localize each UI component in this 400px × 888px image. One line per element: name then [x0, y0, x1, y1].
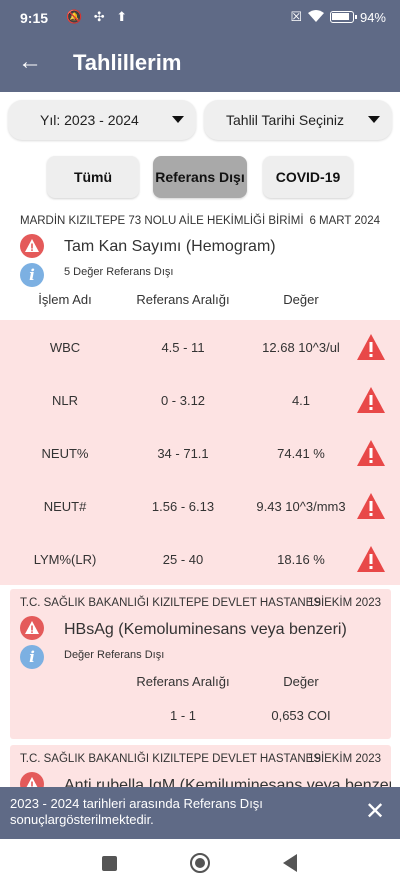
tab-all[interactable]: Tümü [47, 156, 139, 198]
result-card[interactable]: T.C. SAĞLIK BAKANLIĞI KIZILTEPE DEVLET H… [10, 589, 391, 739]
chevron-down-icon [368, 116, 380, 123]
notification-icons: 🔕 ✣ ⬆ [66, 9, 132, 24]
test-item-name: NEUT# [43, 499, 87, 514]
alert-triangle-icon [357, 440, 385, 466]
snackbar-message: 2023 - 2024 tarihleri arasında Referans … [10, 796, 263, 827]
card-header: T.C. SAĞLIK BAKANLIĞI KIZILTEPE DEVLET H… [20, 753, 381, 765]
close-icon[interactable]: ✕ [362, 799, 388, 825]
info-icon[interactable]: i [20, 263, 44, 287]
out-of-range-count: 5 Değer Referans Dışı [64, 266, 174, 278]
nav-back-icon[interactable] [283, 854, 297, 872]
test-name[interactable]: Tam Kan Sayımı (Hemogram) [64, 238, 276, 256]
reference-range: 25 - 40 [162, 552, 204, 567]
results-table: WBC 4.5 - 11 12.68 10^3/ul NLR 0 - 3.12 … [0, 320, 400, 585]
year-dropdown-label: Yıl: 2023 - 2024 [40, 112, 139, 128]
battery-level: 94% [359, 9, 386, 25]
reference-range: 34 - 71.1 [157, 446, 209, 461]
result-value: 0,653 COI [271, 708, 331, 723]
year-dropdown[interactable]: Yıl: 2023 - 2024 [8, 100, 196, 140]
no-sim-icon: ☒ [290, 9, 302, 24]
tab-covid[interactable]: COVID-19 [263, 156, 353, 198]
test-date: 6 MART 2024 [309, 215, 380, 227]
column-header-value: Değer [283, 674, 319, 689]
home-icon[interactable] [190, 853, 210, 873]
battery-icon [329, 11, 357, 23]
snackbar: 2023 - 2024 tarihleri arasında Referans … [0, 787, 400, 839]
reference-range: 0 - 3.12 [160, 393, 206, 408]
result-value: 18.16 % [277, 552, 325, 567]
status-right-icons: ☒ 94% [290, 9, 386, 25]
institution-name: T.C. SAĞLIK BAKANLIĞI KIZILTEPE DEVLET H… [20, 597, 325, 609]
card-header: T.C. SAĞLIK BAKANLIĞI KIZILTEPE DEVLET H… [20, 597, 381, 609]
warning-icon [20, 234, 44, 258]
table-row[interactable]: NEUT% 34 - 71.1 74.41 % [0, 427, 400, 480]
institution-name: T.C. SAĞLIK BAKANLIĞI KIZILTEPE DEVLET H… [20, 753, 325, 765]
wifi-icon [307, 9, 324, 25]
chevron-down-icon [172, 116, 184, 123]
test-item-name: NEUT% [41, 446, 89, 461]
result-value: 12.68 10^3/ul [262, 340, 340, 355]
alert-triangle-icon [357, 387, 385, 413]
page-title: Tahlillerim [73, 50, 182, 75]
column-header-value: Değer [283, 292, 319, 307]
reference-range: 4.5 - 11 [161, 340, 205, 355]
table-row[interactable]: WBC 4.5 - 11 12.68 10^3/ul [0, 321, 400, 374]
date-dropdown-label: Tahlil Tarihi Seçiniz [226, 112, 345, 128]
out-of-range-note: Değer Referans Dışı [64, 649, 165, 661]
date-dropdown[interactable]: Tahlil Tarihi Seçiniz [204, 100, 392, 140]
info-icon[interactable]: i [20, 645, 44, 669]
table-row[interactable]: NLR 0 - 3.12 4.1 [0, 374, 400, 427]
status-time: 9:15 [20, 10, 49, 26]
alert-triangle-icon [357, 334, 385, 360]
table-row[interactable]: LYM%(LR) 25 - 40 18.16 % [0, 533, 400, 586]
recent-apps-icon[interactable] [102, 856, 117, 871]
app-bar: ← Tahlillerim [0, 34, 400, 92]
result-value: 4.1 [291, 393, 311, 408]
test-date: 19 EKİM 2023 [308, 753, 381, 765]
tab-out-of-range[interactable]: Referans Dışı [153, 156, 247, 198]
result-value: 74.41 % [277, 446, 325, 461]
column-header-name: İşlem Adı [38, 292, 92, 307]
test-item-name: LYM%(LR) [33, 552, 97, 567]
column-header-ref: Referans Aralığı [136, 674, 230, 689]
back-arrow-icon[interactable]: ← [16, 48, 44, 76]
status-bar: 9:15 🔕 ✣ ⬆ ☒ 94% [0, 0, 400, 34]
test-item-name: NLR [51, 393, 78, 408]
alert-triangle-icon [357, 546, 385, 572]
institution-name: MARDİN KIZILTEPE 73 NOLU AİLE HEKİMLİĞİ … [20, 215, 304, 227]
card-header: MARDİN KIZILTEPE 73 NOLU AİLE HEKİMLİĞİ … [20, 215, 380, 227]
reference-range: 1 - 1 [169, 708, 196, 723]
test-name[interactable]: HBsAg (Kemoluminesans veya benzeri) [64, 621, 347, 639]
column-header-ref: Referans Aralığı [136, 292, 230, 307]
system-nav-bar [0, 839, 400, 888]
result-value: 9.43 10^3/mm3 [256, 499, 346, 514]
reference-range: 1.56 - 6.13 [151, 499, 215, 514]
alert-triangle-icon [357, 493, 385, 519]
test-date: 19 EKİM 2023 [308, 597, 381, 609]
test-item-name: WBC [49, 340, 81, 355]
table-row[interactable]: NEUT# 1.56 - 6.13 9.43 10^3/mm3 [0, 480, 400, 533]
warning-icon [20, 616, 44, 640]
